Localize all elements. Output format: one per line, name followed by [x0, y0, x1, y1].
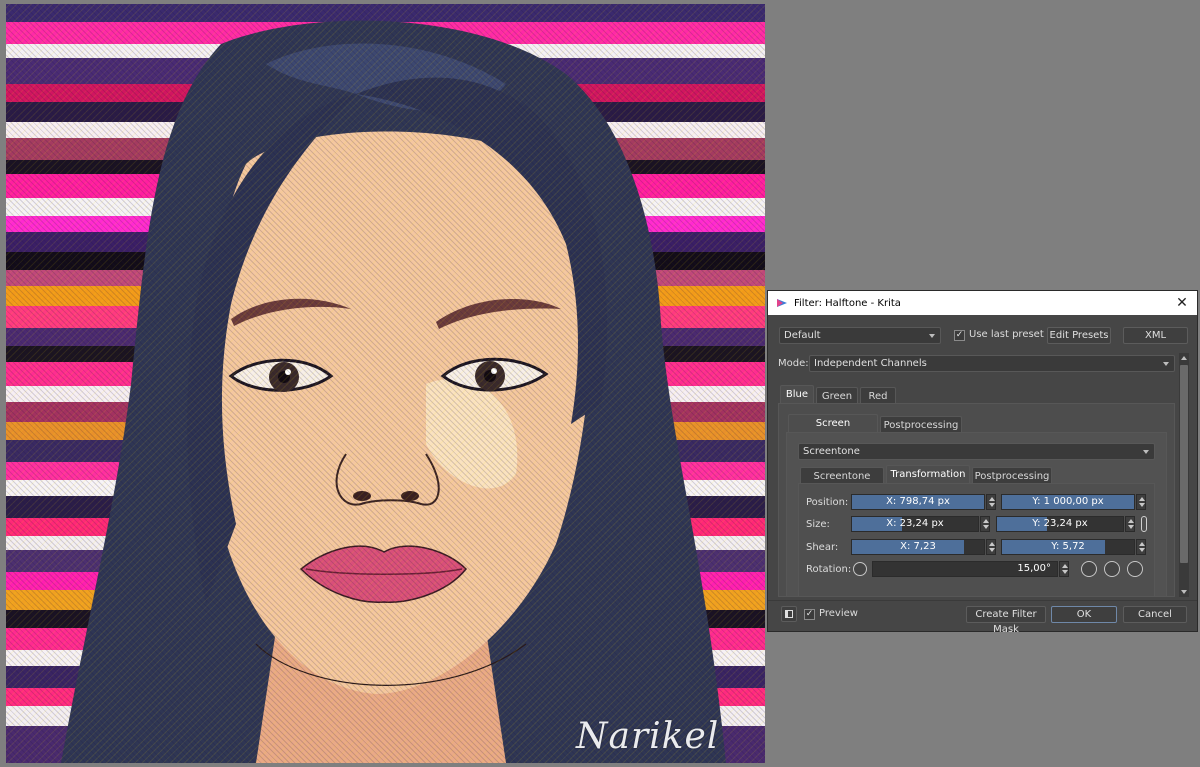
size-x-spinner[interactable] — [980, 516, 990, 532]
halftone-portrait-artwork — [6, 4, 765, 763]
halftone-filter-dialog: Filter: Halftone - Krita ✕ Default ✓ Use… — [767, 290, 1198, 635]
size-x-value: X: 23,24 px — [886, 518, 944, 529]
dialog-title: Filter: Halftone - Krita — [794, 297, 901, 309]
position-x-spinner[interactable] — [986, 494, 996, 510]
preset-combo-value: Default — [784, 330, 821, 341]
cancel-button[interactable]: Cancel — [1123, 606, 1187, 623]
krita-icon — [777, 299, 787, 307]
chevron-down-icon — [929, 334, 935, 338]
rotate-left-icon[interactable] — [1081, 561, 1097, 577]
generator-combo[interactable]: Screentone — [798, 443, 1155, 460]
position-y-slider[interactable]: Y: 1 000,00 px — [1001, 494, 1135, 510]
tab-screentone-type[interactable]: Screentone Type — [800, 467, 884, 499]
create-filter-mask-button[interactable]: Create Filter Mask — [966, 606, 1046, 635]
chevron-down-icon — [1163, 362, 1169, 366]
shear-x-spinner[interactable] — [986, 539, 996, 555]
position-x-value: X: 798,74 px — [886, 496, 950, 507]
rotation-dial-icon[interactable] — [853, 562, 867, 576]
rotation-reset-icon[interactable] — [1127, 561, 1143, 577]
toggle-panel-icon[interactable] — [781, 606, 797, 622]
size-label: Size: — [806, 519, 830, 530]
options-scrollbar[interactable] — [1179, 353, 1189, 597]
xml-button[interactable]: XML — [1123, 327, 1188, 344]
generator-combo-value: Screentone — [803, 446, 860, 457]
shear-y-value: Y: 5,72 — [1051, 541, 1085, 552]
preset-combo[interactable]: Default — [779, 327, 941, 344]
bottom-separator — [768, 600, 1197, 601]
link-chain-icon[interactable] — [1141, 516, 1147, 532]
preview-label: Preview — [819, 608, 858, 619]
rotation-slider[interactable]: 15,00° — [872, 561, 1058, 577]
position-y-spinner[interactable] — [1136, 494, 1146, 510]
mode-combo-value: Independent Channels — [814, 358, 927, 369]
use-last-preset-checkbox[interactable]: ✓ — [954, 330, 965, 341]
size-y-spinner[interactable] — [1125, 516, 1135, 532]
shear-x-value: X: 7,23 — [900, 541, 936, 552]
artist-signature: Narikel — [576, 716, 720, 757]
position-x-slider[interactable]: X: 798,74 px — [851, 494, 985, 510]
size-y-slider[interactable]: Y: 23,24 px — [996, 516, 1124, 532]
mode-combo[interactable]: Independent Channels — [809, 355, 1175, 372]
use-last-preset-label: Use last preset — [969, 329, 1044, 340]
mode-label: Mode: — [778, 358, 809, 369]
image-canvas[interactable]: Narikel — [6, 4, 765, 763]
rotation-label: Rotation: — [806, 564, 852, 575]
chevron-up-icon — [1181, 356, 1187, 360]
tab-red[interactable]: Red — [860, 387, 896, 403]
dialog-titlebar[interactable]: Filter: Halftone - Krita ✕ — [768, 291, 1197, 315]
preview-checkbox[interactable]: ✓ — [804, 609, 815, 620]
scrollbar-thumb[interactable] — [1180, 365, 1188, 563]
rotation-value: 15,00° — [1017, 563, 1051, 574]
position-label: Position: — [806, 497, 849, 508]
close-icon[interactable]: ✕ — [1173, 294, 1191, 312]
position-y-value: Y: 1 000,00 px — [1032, 496, 1104, 507]
tab-postprocessing[interactable]: Postprocessing — [880, 416, 962, 432]
shear-label: Shear: — [806, 542, 839, 553]
rotate-right-icon[interactable] — [1104, 561, 1120, 577]
tab-blue[interactable]: Blue — [780, 385, 814, 403]
edit-presets-button[interactable]: Edit Presets — [1047, 327, 1111, 344]
tab-screentone-postprocessing[interactable]: Postprocessing — [972, 467, 1052, 483]
tab-green[interactable]: Green — [816, 387, 858, 403]
chevron-down-icon — [1143, 450, 1149, 454]
ok-button[interactable]: OK — [1051, 606, 1117, 623]
shear-y-slider[interactable]: Y: 5,72 — [1001, 539, 1135, 555]
rotation-spinner[interactable] — [1059, 561, 1069, 577]
chevron-down-icon — [1181, 590, 1187, 594]
tab-screen-generator[interactable]: Screen Generator — [788, 414, 878, 446]
shear-x-slider[interactable]: X: 7,23 — [851, 539, 985, 555]
shear-y-spinner[interactable] — [1136, 539, 1146, 555]
size-y-value: Y: 23,24 px — [1032, 518, 1088, 529]
size-x-slider[interactable]: X: 23,24 px — [851, 516, 979, 532]
tab-transformation[interactable]: Transformation — [886, 465, 970, 483]
